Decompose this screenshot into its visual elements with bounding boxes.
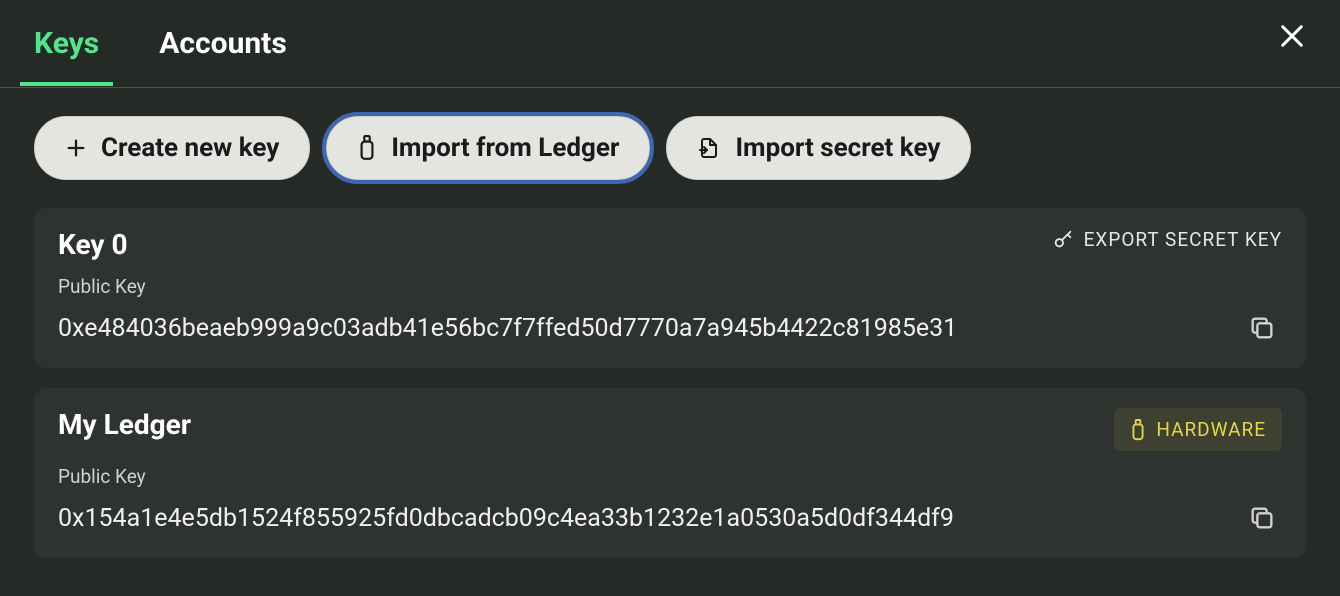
tab-accounts[interactable]: Accounts xyxy=(145,2,301,85)
usb-icon xyxy=(1130,419,1146,441)
public-key-label: Public Key xyxy=(58,275,1282,298)
tab-keys[interactable]: Keys xyxy=(20,2,113,85)
copy-public-key-button[interactable] xyxy=(1242,498,1282,538)
key-card: Key 0 EXPORT SECRET KEY Public Key 0xe48… xyxy=(34,208,1306,368)
key-icon xyxy=(1052,229,1074,251)
copy-icon xyxy=(1248,314,1276,342)
close-button[interactable] xyxy=(1272,16,1312,56)
hardware-badge-label: HARDWARE xyxy=(1156,418,1266,441)
file-import-icon xyxy=(697,135,721,161)
key-card: My Ledger HARDWARE Public Key 0x154a1e4e… xyxy=(34,388,1306,558)
import-from-ledger-label: Import from Ledger xyxy=(391,133,619,163)
close-icon xyxy=(1278,22,1306,50)
copy-public-key-button[interactable] xyxy=(1242,308,1282,348)
public-key-value: 0x154a1e4e5db1524f855925fd0dbcadcb09c4ea… xyxy=(58,504,954,533)
import-from-ledger-button[interactable]: Import from Ledger xyxy=(326,116,650,180)
export-secret-key-button[interactable]: EXPORT SECRET KEY xyxy=(1052,228,1282,251)
export-secret-key-label: EXPORT SECRET KEY xyxy=(1084,228,1282,251)
public-key-label: Public Key xyxy=(58,465,1282,488)
usb-icon xyxy=(357,135,377,161)
create-new-key-label: Create new key xyxy=(101,133,279,163)
copy-icon xyxy=(1248,504,1276,532)
hardware-badge: HARDWARE xyxy=(1114,408,1282,451)
key-name: My Ledger xyxy=(58,408,191,441)
public-key-value: 0xe484036beaeb999a9c03adb41e56bc7f7ffed5… xyxy=(58,314,957,343)
key-name: Key 0 xyxy=(58,228,128,261)
create-new-key-button[interactable]: Create new key xyxy=(34,116,310,180)
plus-icon xyxy=(65,137,87,159)
import-secret-key-label: Import secret key xyxy=(735,133,940,163)
import-secret-key-button[interactable]: Import secret key xyxy=(666,116,971,180)
